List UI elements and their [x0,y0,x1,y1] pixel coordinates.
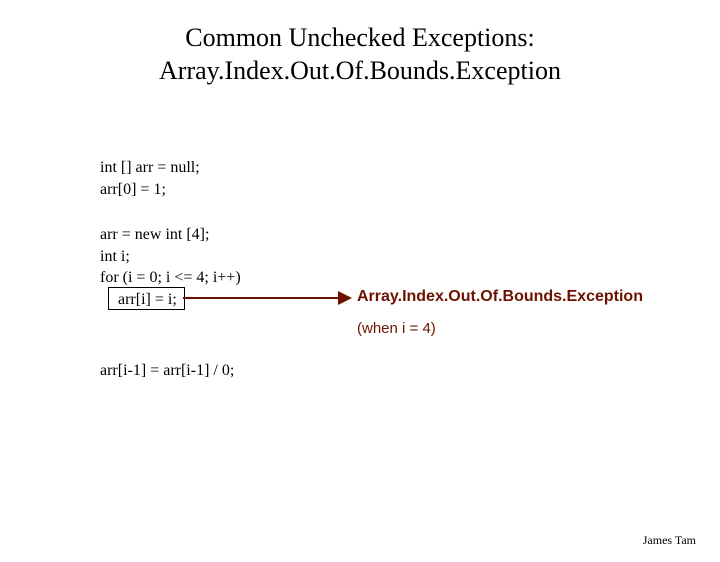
callout-arrow-line [183,297,340,299]
callout-arrow-head-icon [338,291,352,305]
title-line-1: Common Unchecked Exceptions: [0,22,720,55]
code-line: int [] arr = null; [100,157,200,179]
callout-condition: (when i = 4) [357,320,436,337]
highlight-box [108,287,185,310]
slide-title: Common Unchecked Exceptions: Array.Index… [0,22,720,87]
code-line: arr[0] = 1; [100,179,200,201]
code-block-1: int [] arr = null; arr[0] = 1; [100,157,200,200]
callout-exception: Array.Index.Out.Of.Bounds.Exception [357,288,643,306]
title-line-2: Array.Index.Out.Of.Bounds.Exception [0,55,720,88]
code-line: arr[i-1] = arr[i-1] / 0; [100,360,234,382]
code-line: int i; [100,246,241,268]
code-line: for (i = 0; i <= 4; i++) [100,267,241,289]
author-footer: James Tam [643,533,696,548]
code-line: arr = new int [4]; [100,224,241,246]
code-block-3: arr[i-1] = arr[i-1] / 0; [100,360,234,382]
